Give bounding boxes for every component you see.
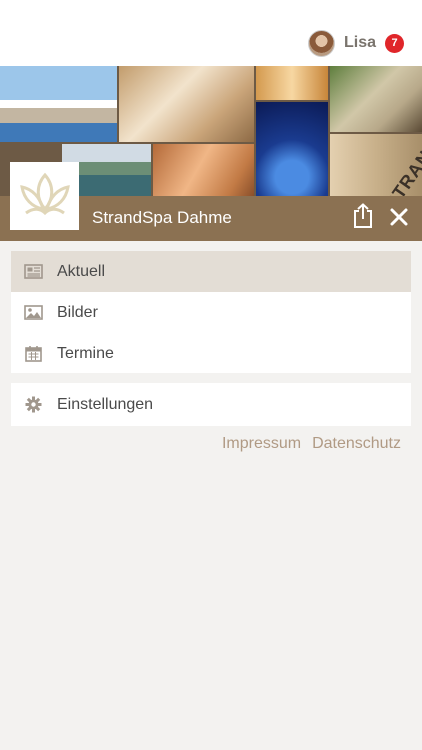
menu-label-aktuell: Aktuell	[57, 262, 106, 280]
user-name[interactable]: Lisa	[344, 34, 376, 52]
close-icon	[390, 208, 408, 226]
back-massage-photo	[153, 144, 254, 196]
menu-item-bilder[interactable]: Bilder	[11, 292, 411, 333]
notification-badge[interactable]: 7	[385, 33, 404, 53]
image-icon	[24, 303, 43, 322]
close-button[interactable]	[388, 206, 410, 228]
top-bar: Lisa 7	[0, 0, 422, 66]
night-pool-photo	[256, 102, 328, 196]
lotus-logo	[10, 162, 79, 230]
footer-links: Impressum Datenschutz	[222, 435, 401, 453]
menu-label-bilder: Bilder	[57, 303, 98, 321]
app-title: StrandSpa Dahme	[92, 208, 232, 227]
secondary-menu: Einstellungen	[11, 383, 411, 426]
share-icon	[354, 203, 372, 228]
gear-icon	[24, 395, 43, 414]
menu-label-einstellungen: Einstellungen	[57, 395, 154, 413]
menu-item-einstellungen[interactable]: Einstellungen	[11, 383, 411, 426]
impressum-link[interactable]: Impressum	[222, 435, 301, 453]
share-button[interactable]	[352, 202, 374, 230]
sauna-photo	[119, 66, 254, 142]
menu-item-aktuell[interactable]: Aktuell	[11, 251, 411, 292]
calendar-icon	[24, 344, 43, 363]
user-profile[interactable]: Lisa 7	[307, 28, 404, 58]
menu-label-termine: Termine	[57, 344, 114, 362]
menu-item-termine[interactable]: Termine	[11, 333, 411, 374]
massage-photo	[256, 66, 328, 100]
lounge-photo	[330, 66, 422, 132]
datenschutz-link[interactable]: Datenschutz	[312, 435, 401, 453]
lotus-icon	[19, 172, 70, 216]
towel-photo: STRANDSPA	[330, 103, 422, 196]
user-avatar[interactable]	[307, 29, 335, 57]
primary-menu: Aktuell Bilder Termine	[11, 251, 411, 373]
newspaper-icon	[24, 262, 43, 281]
beach-hotel-photo	[0, 66, 117, 142]
